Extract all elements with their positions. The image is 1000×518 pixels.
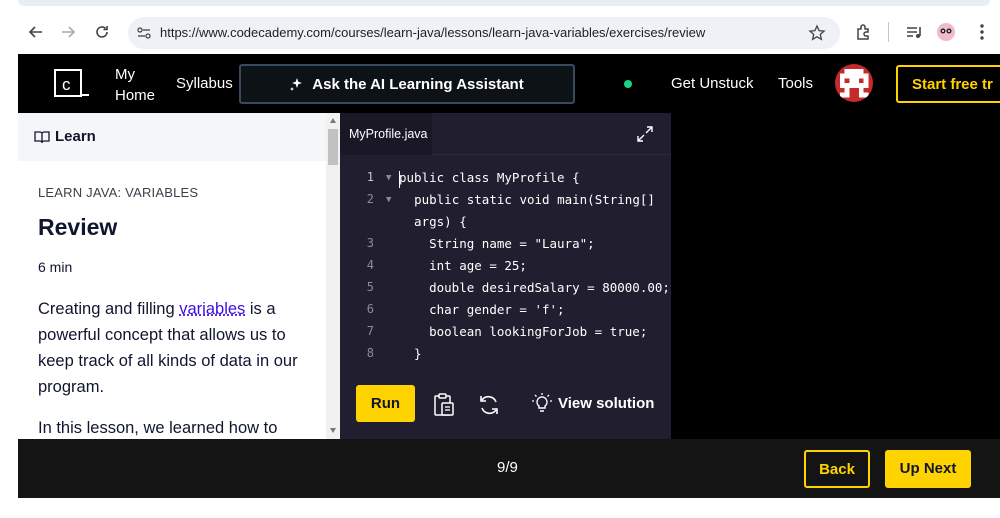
back-button[interactable]: Back	[804, 450, 870, 488]
code-text: boolean lookingForJob = true;	[429, 324, 648, 339]
bottom-navigation-bar: 9/9 Back Up Next	[18, 439, 1000, 498]
lesson-title: Review	[38, 214, 118, 240]
book-icon	[34, 131, 50, 144]
tools-link[interactable]: Tools	[778, 75, 813, 92]
nav-syllabus[interactable]: Syllabus	[176, 75, 233, 92]
output-terminal[interactable]	[671, 113, 1000, 439]
view-solution-label: View solution	[558, 394, 655, 412]
nav-my-home-line1: My	[115, 66, 135, 83]
code-line: 7 boolean lookingForJob = true;	[340, 324, 671, 346]
toolbar-separator	[888, 22, 889, 42]
learn-panel: Learn LEARN JAVA: VARIABLES Review 6 min…	[18, 113, 340, 439]
expand-icon[interactable]	[636, 125, 654, 143]
line-number: 7	[366, 324, 374, 338]
tab-strip-edge	[18, 0, 990, 6]
up-next-button[interactable]: Up Next	[885, 450, 971, 488]
code-line: 5 double desiredSalary = 80000.00;	[340, 280, 671, 302]
lesson-paragraph-1: Creating and filling variables is a powe…	[38, 296, 318, 400]
clipboard-icon[interactable]	[431, 392, 457, 418]
fold-arrow-icon[interactable]: ▼	[386, 173, 391, 183]
media-icon[interactable]	[904, 22, 924, 42]
url-text[interactable]: https://www.codecademy.com/courses/learn…	[160, 25, 705, 40]
code-text: }	[399, 346, 422, 361]
scroll-down-arrow-icon[interactable]	[330, 428, 336, 433]
code-text: double desiredSalary = 80000.00;	[429, 280, 670, 295]
get-unstuck-link[interactable]: Get Unstuck	[671, 75, 754, 92]
refresh-icon[interactable]	[476, 392, 502, 418]
code-text: char gender = 'f';	[429, 302, 565, 317]
forward-arrow-icon[interactable]	[56, 20, 80, 44]
app-header: c My Home Syllabus Ask the AI Learning A…	[18, 54, 1000, 113]
line-number: 1	[366, 170, 374, 184]
code-line: 6 char gender = 'f';	[340, 302, 671, 324]
lesson-eyebrow: LEARN JAVA: VARIABLES	[38, 185, 199, 200]
code-line: 8 }	[340, 346, 671, 368]
view-solution-button[interactable]: View solution	[532, 393, 654, 413]
code-text: int age = 25;	[429, 258, 527, 273]
code-line: args) {	[340, 214, 671, 236]
lesson-paragraph-2: In this lesson, we learned how to	[38, 419, 278, 437]
back-arrow-icon[interactable]	[24, 20, 48, 44]
code-text: public static void main(String[]	[414, 192, 655, 207]
paragraph-text: Creating and filling	[38, 300, 180, 318]
start-free-trial-button[interactable]: Start free tr	[896, 65, 1000, 103]
code-line: 4 int age = 25;	[340, 258, 671, 280]
code-text: String name = "Laura";	[429, 236, 595, 251]
fold-arrow-icon[interactable]: ▼	[386, 195, 391, 205]
code-text: args) {	[399, 214, 467, 229]
svg-text:c: c	[62, 75, 71, 94]
nav-my-home[interactable]: My Home	[115, 64, 155, 106]
line-number: 6	[366, 302, 374, 316]
sparkle-icon	[290, 78, 303, 91]
profile-icon[interactable]	[936, 22, 956, 42]
ai-assistant-button[interactable]: Ask the AI Learning Assistant	[239, 64, 575, 104]
editor-toolbar: Run View solution	[340, 368, 671, 439]
extensions-icon[interactable]	[854, 22, 874, 42]
line-number: 2	[366, 192, 374, 206]
editor-tab-bar: MyProfile.java	[340, 113, 671, 155]
variables-link[interactable]: variables	[179, 300, 245, 318]
code-editor: MyProfile.java 1 ▼ public class MyProfil…	[340, 113, 671, 439]
ai-assistant-label: Ask the AI Learning Assistant	[312, 75, 524, 93]
star-icon[interactable]	[808, 24, 826, 42]
codecademy-logo[interactable]: c	[54, 69, 90, 99]
address-bar[interactable]: https://www.codecademy.com/courses/learn…	[128, 17, 840, 49]
file-tab[interactable]: MyProfile.java	[340, 113, 432, 155]
lightbulb-icon	[532, 393, 552, 412]
scrollbar-thumb[interactable]	[328, 129, 338, 165]
lesson-duration: 6 min	[38, 259, 73, 275]
code-line: 1 ▼ public class MyProfile {	[340, 170, 671, 192]
browser-toolbar: https://www.codecademy.com/courses/learn…	[0, 0, 1000, 54]
line-number: 5	[366, 280, 374, 294]
scroll-up-arrow-icon[interactable]	[330, 118, 336, 123]
learn-panel-header: Learn	[18, 113, 326, 161]
line-number: 4	[366, 258, 374, 272]
code-area[interactable]: 1 ▼ public class MyProfile { 2 ▼ public …	[340, 168, 671, 368]
menu-dots-icon[interactable]	[972, 22, 992, 42]
avatar[interactable]	[835, 64, 873, 102]
run-button[interactable]: Run	[356, 385, 415, 422]
code-text: public class MyProfile {	[399, 170, 580, 185]
line-number: 8	[366, 346, 374, 360]
code-line: 2 ▼ public static void main(String[]	[340, 192, 671, 214]
learn-panel-title: Learn	[55, 128, 96, 145]
learn-panel-scrollbar[interactable]	[326, 113, 340, 439]
reload-icon[interactable]	[90, 20, 114, 44]
exercise-progress: 9/9	[497, 459, 518, 476]
code-line: 3 String name = "Laura";	[340, 236, 671, 258]
line-number: 3	[366, 236, 374, 250]
status-dot	[624, 80, 632, 88]
nav-my-home-line2: Home	[115, 87, 156, 104]
site-settings-icon[interactable]	[136, 25, 152, 41]
